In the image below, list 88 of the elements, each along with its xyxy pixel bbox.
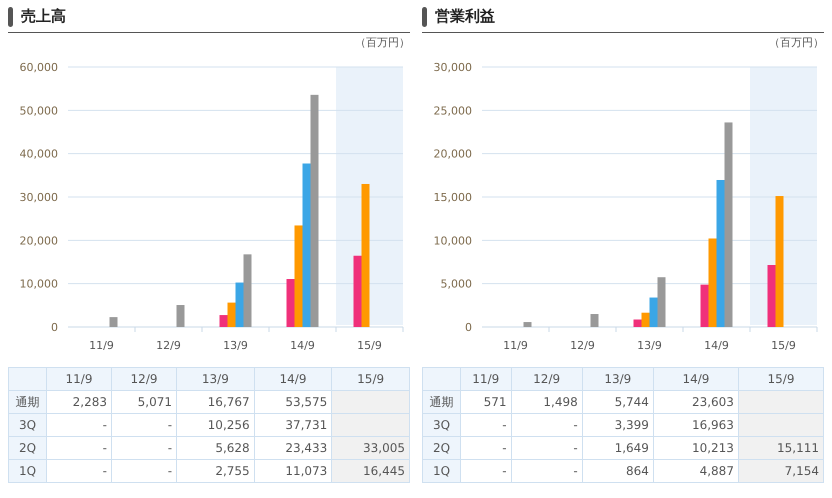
- table-cell: 7,154: [738, 460, 824, 482]
- y-tick-label: 40,000: [20, 148, 58, 161]
- table-cell: 5,744: [582, 390, 654, 414]
- y-tick-label: 30,000: [434, 61, 472, 74]
- table-cell: 5,628: [176, 436, 254, 460]
- bar: [176, 305, 184, 327]
- table-cell: 2,755: [176, 460, 254, 482]
- table-cell: 23,433: [254, 436, 332, 460]
- y-tick-label: 15,000: [434, 191, 472, 204]
- y-tick-label: 30,000: [20, 191, 58, 204]
- table-cell: 15,111: [738, 436, 824, 460]
- table-cell: 37,731: [254, 414, 332, 436]
- x-tick-label: 15/9: [357, 339, 382, 352]
- table-cell: -: [460, 436, 512, 460]
- row-header: 3Q: [8, 414, 46, 436]
- table-cell: 2,283: [46, 390, 112, 414]
- table-cell: 10,256: [176, 414, 254, 436]
- x-tick-label: 11/9: [89, 339, 114, 352]
- y-tick-label: 20,000: [20, 234, 58, 248]
- table-cell: -: [46, 436, 112, 460]
- unit-label: （百万円）: [355, 34, 410, 51]
- table-cell: -: [460, 414, 512, 436]
- x-tick-label: 14/9: [290, 339, 315, 352]
- table-cell: 23,603: [653, 390, 738, 414]
- table-cell: 1,498: [511, 390, 582, 414]
- y-tick-label: 10,000: [434, 234, 472, 248]
- y-tick-label: 20,000: [434, 148, 472, 161]
- row-header: 3Q: [422, 414, 460, 436]
- table-cell: 33,005: [332, 436, 410, 460]
- column-header: 12/9: [511, 368, 582, 390]
- y-tick-label: 10,000: [20, 278, 58, 291]
- table-cell: 11,073: [254, 460, 332, 482]
- table-cell: -: [112, 414, 177, 436]
- table-cell: 53,575: [254, 390, 332, 414]
- table-cell: -: [46, 414, 112, 436]
- table-cell: 4,887: [653, 460, 738, 482]
- column-header: 11/9: [46, 368, 112, 390]
- row-header: 1Q: [8, 460, 46, 482]
- column-header: 15/9: [738, 368, 824, 390]
- bar: [524, 322, 532, 327]
- x-tick-label: 12/9: [570, 339, 595, 352]
- y-tick-label: 0: [465, 321, 472, 334]
- y-tick-label: 50,000: [20, 104, 58, 118]
- table-cell: 16,445: [332, 460, 410, 482]
- row-header: 通期: [422, 390, 460, 414]
- title-marker-icon: [422, 6, 427, 26]
- table-cell: -: [112, 460, 177, 482]
- column-header: 13/9: [176, 368, 254, 390]
- table-cell: -: [511, 436, 582, 460]
- y-tick-label: 60,000: [20, 61, 58, 74]
- row-header: 1Q: [422, 460, 460, 482]
- table-cell: 16,963: [653, 414, 738, 436]
- x-tick-label: 13/9: [637, 339, 662, 352]
- column-header: 15/9: [332, 368, 410, 390]
- table-cell: 10,213: [653, 436, 738, 460]
- x-tick-label: 14/9: [704, 339, 729, 352]
- column-header: 11/9: [460, 368, 512, 390]
- column-header: 14/9: [653, 368, 738, 390]
- title-marker-icon: [8, 6, 13, 26]
- table-cell: -: [511, 460, 582, 482]
- table-cell: 3,399: [582, 414, 654, 436]
- table-cell: -: [46, 460, 112, 482]
- row-header: 2Q: [422, 436, 460, 460]
- x-tick-label: 15/9: [771, 339, 796, 352]
- unit-label: （百万円）: [769, 34, 824, 51]
- column-header: 12/9: [112, 368, 177, 390]
- table-cell: 864: [582, 460, 654, 482]
- y-tick-label: 0: [51, 321, 58, 334]
- section-title: 売上高: [21, 6, 66, 28]
- x-tick-label: 12/9: [156, 339, 181, 352]
- column-header: 13/9: [582, 368, 654, 390]
- table-cell: 16,767: [176, 390, 254, 414]
- column-header: 14/9: [254, 368, 332, 390]
- table-cell: -: [460, 460, 512, 482]
- y-tick-label: 25,000: [434, 104, 472, 118]
- row-header: 通期: [8, 390, 46, 414]
- y-tick-label: 5,000: [440, 278, 472, 291]
- table-cell: 571: [460, 390, 512, 414]
- table-cell: -: [112, 436, 177, 460]
- table-cell: -: [511, 414, 582, 436]
- bar: [590, 314, 598, 327]
- row-header: 2Q: [8, 436, 46, 460]
- section-title: 営業利益: [435, 6, 495, 28]
- bar: [110, 317, 118, 327]
- table-cell: 5,071: [112, 390, 177, 414]
- table-cell: 1,649: [582, 436, 654, 460]
- x-tick-label: 13/9: [223, 339, 248, 352]
- x-tick-label: 11/9: [503, 339, 528, 352]
